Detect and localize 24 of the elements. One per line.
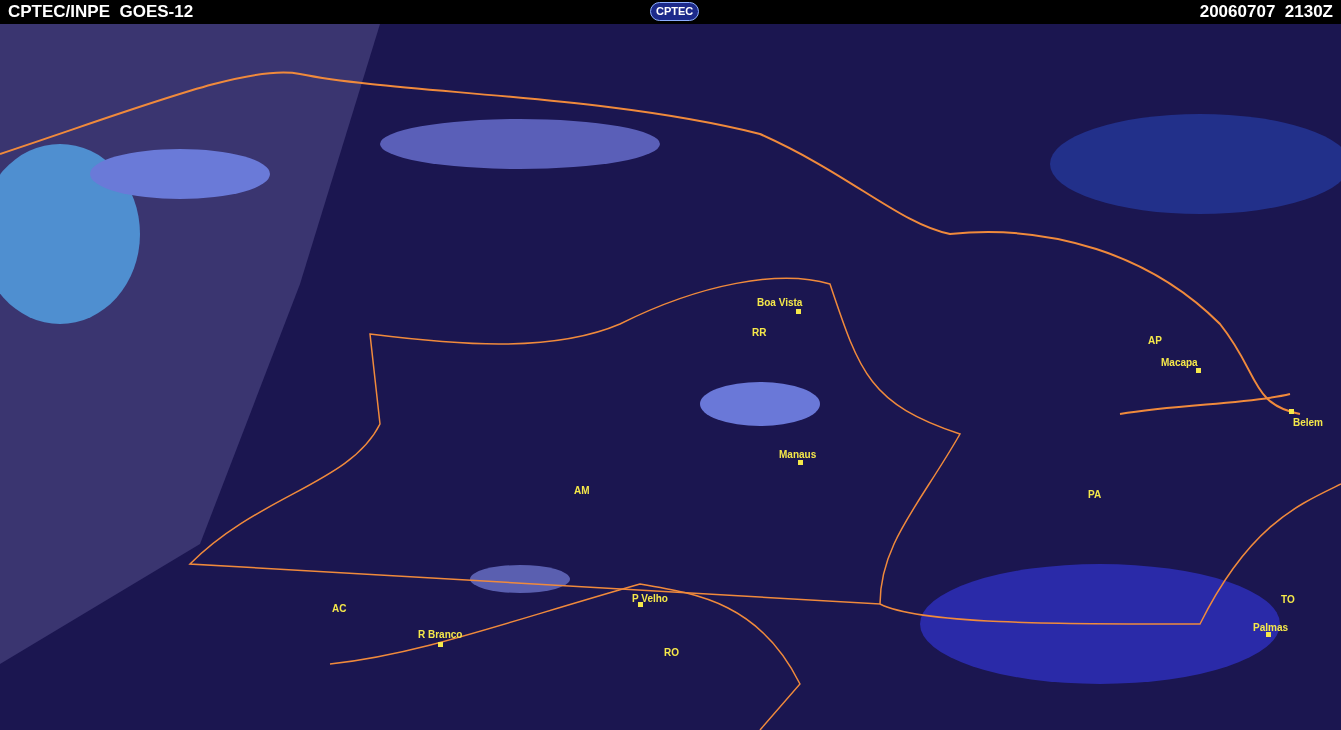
state-label: RO xyxy=(664,648,679,658)
city-marker-icon xyxy=(438,642,443,647)
city-label: Manaus xyxy=(779,450,817,460)
city-marker-icon xyxy=(798,460,803,465)
city-label: Belem xyxy=(1293,418,1323,428)
city-marker-icon xyxy=(796,309,801,314)
city-label: R Branco xyxy=(418,630,463,640)
state-label: PA xyxy=(1088,490,1102,500)
state-label: TO xyxy=(1281,595,1295,605)
state-label: AC xyxy=(332,604,347,614)
city-marker-icon xyxy=(1289,409,1294,414)
timestamp: 20060707 2130Z xyxy=(1199,1,1333,24)
city-marker-icon xyxy=(1266,632,1271,637)
city-marker-icon xyxy=(638,602,643,607)
state-label: AP xyxy=(1148,336,1162,346)
city-label: Macapa xyxy=(1161,358,1198,368)
state-label: AM xyxy=(574,486,590,496)
city-label: Boa Vista xyxy=(757,298,803,308)
state-label: RR xyxy=(752,328,767,338)
city-marker-icon xyxy=(1196,368,1201,373)
city-label: Palmas xyxy=(1253,623,1289,633)
logo: CPTEC xyxy=(650,2,700,21)
product-title: CPTEC/INPE GOES-12 xyxy=(8,1,194,24)
city-label: P Velho xyxy=(632,594,668,604)
